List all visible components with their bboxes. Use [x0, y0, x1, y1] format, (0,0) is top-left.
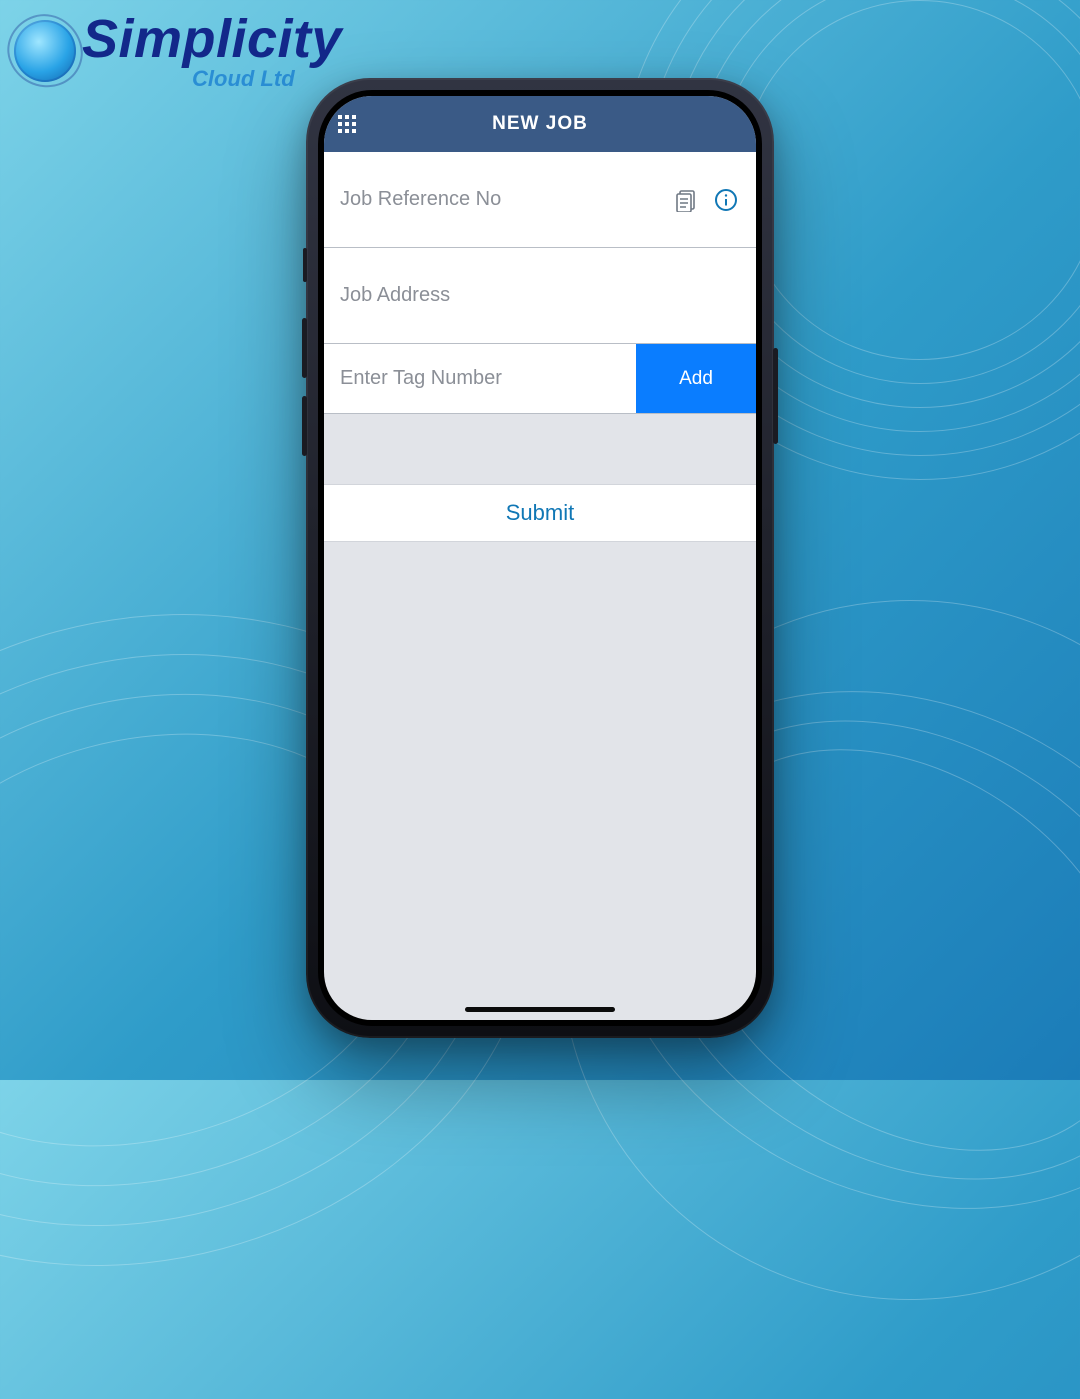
tag-number-input[interactable] — [324, 344, 636, 413]
globe-icon — [14, 20, 76, 82]
clipboard-icon[interactable] — [672, 186, 700, 214]
silent-switch — [303, 248, 307, 282]
add-button[interactable]: Add — [636, 344, 756, 413]
submit-row: Submit — [324, 484, 756, 542]
job-reference-input[interactable] — [340, 152, 660, 247]
phone-screen: NEW JOB — [324, 96, 756, 1020]
brand-logo: Simplicity Cloud Ltd — [14, 12, 342, 90]
info-icon[interactable] — [712, 186, 740, 214]
volume-up-button — [302, 318, 307, 378]
submit-button[interactable]: Submit — [506, 500, 574, 526]
page-title: NEW JOB — [492, 113, 588, 135]
home-indicator — [465, 1007, 615, 1012]
phone-mockup: NEW JOB — [306, 78, 774, 1038]
menu-grid-icon[interactable] — [338, 115, 356, 133]
job-address-row — [324, 248, 756, 344]
form-spacer — [324, 414, 756, 484]
app-header: NEW JOB — [324, 96, 756, 152]
volume-down-button — [302, 396, 307, 456]
job-address-input[interactable] — [340, 248, 740, 343]
job-reference-row — [324, 152, 756, 248]
tag-number-row: Add — [324, 344, 756, 414]
brand-title: Simplicity — [82, 12, 342, 66]
new-job-form: Add Submit — [324, 152, 756, 542]
brand-subtitle: Cloud Ltd — [192, 68, 342, 90]
power-button — [773, 348, 778, 444]
